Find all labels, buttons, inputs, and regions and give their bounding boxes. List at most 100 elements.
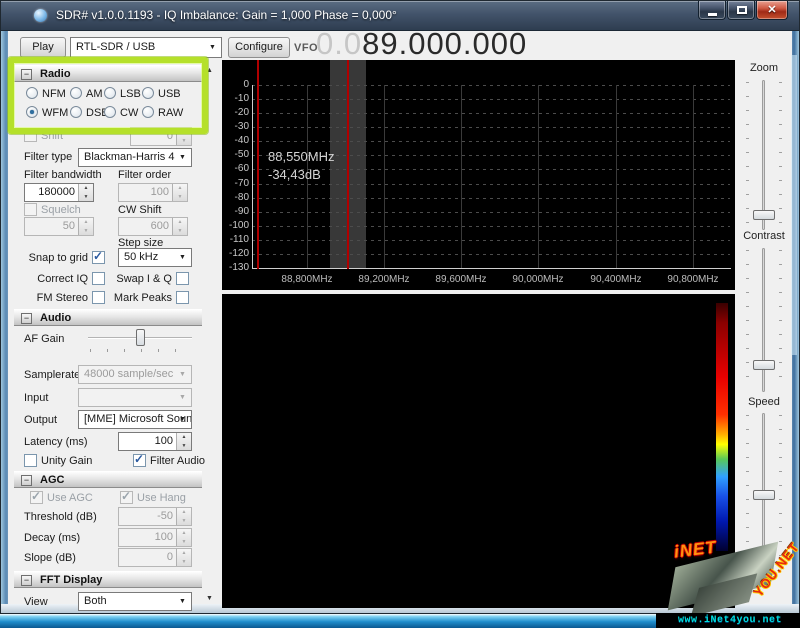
view-label: View bbox=[24, 596, 48, 608]
horizontal-grid-line bbox=[252, 226, 730, 227]
horizontal-grid-line bbox=[252, 198, 730, 199]
use-agc-label: Use AGC bbox=[47, 492, 93, 504]
filter-audio-label: Filter Audio bbox=[150, 455, 205, 467]
squelch-spinner[interactable]: 50 ▲▼ bbox=[24, 217, 94, 236]
frequency-axis-line bbox=[252, 268, 731, 269]
zoom-slider[interactable] bbox=[762, 80, 765, 230]
speed-slider[interactable] bbox=[762, 413, 765, 559]
spinner-down-icon[interactable]: ▼ bbox=[79, 193, 93, 202]
agc-group-header[interactable]: − AGC bbox=[14, 471, 202, 488]
close-button[interactable]: ✕ bbox=[756, 1, 788, 20]
frequency-display[interactable]: 0.089.000.000 bbox=[316, 26, 527, 62]
collapse-icon[interactable]: − bbox=[21, 475, 32, 486]
zoom-slider-thumb[interactable] bbox=[753, 210, 775, 220]
spinner-up-icon[interactable]: ▲ bbox=[79, 184, 93, 193]
filter-order-spinner[interactable]: 100 ▲▼ bbox=[118, 183, 188, 202]
chevron-down-icon: ▼ bbox=[176, 249, 189, 266]
app-icon bbox=[34, 9, 47, 22]
af-gain-slider-thumb[interactable] bbox=[136, 329, 145, 346]
contrast-slider-thumb[interactable] bbox=[753, 360, 775, 370]
source-select[interactable]: RTL-SDR / USB ▼ bbox=[70, 37, 222, 58]
snap-to-grid-checkbox[interactable]: ✓ bbox=[92, 251, 105, 264]
spinner-up-icon[interactable]: ▲ bbox=[177, 508, 191, 517]
spectrum-display[interactable]: 0-10-20-30-40-50-60-70-80-90-100-110-120… bbox=[222, 60, 735, 290]
spinner-up-icon[interactable]: ▲ bbox=[79, 218, 93, 227]
mark-peaks-checkbox[interactable] bbox=[176, 291, 189, 304]
db-axis-line bbox=[252, 85, 253, 269]
spinner-up-icon[interactable]: ▲ bbox=[177, 433, 191, 442]
contrast-slider[interactable] bbox=[762, 248, 765, 392]
spinner-up-icon[interactable]: ▲ bbox=[173, 184, 187, 193]
latency-label: Latency (ms) bbox=[24, 436, 88, 448]
unity-gain-checkbox[interactable] bbox=[24, 454, 37, 467]
horizontal-grid-line bbox=[252, 141, 730, 142]
spinner-down-icon[interactable]: ▼ bbox=[177, 517, 191, 526]
spinner-down-icon[interactable]: ▼ bbox=[173, 193, 187, 202]
horizontal-grid-line bbox=[252, 113, 730, 114]
slope-label: Slope (dB) bbox=[24, 552, 76, 564]
maximize-button[interactable] bbox=[727, 1, 755, 20]
speed-slider-thumb[interactable] bbox=[753, 490, 775, 500]
collapse-icon[interactable]: − bbox=[21, 575, 32, 586]
use-agc-checkbox[interactable]: ✓ bbox=[30, 491, 43, 504]
samplerate-select[interactable]: 48000 sample/sec ▼ bbox=[78, 365, 192, 384]
fft-display-group-header[interactable]: − FFT Display bbox=[14, 571, 202, 588]
spinner-up-icon[interactable]: ▲ bbox=[177, 549, 191, 558]
slope-spinner[interactable]: 0 ▲▼ bbox=[118, 548, 192, 567]
vfo-label: VFO bbox=[294, 42, 318, 54]
db-tick-label: -70 bbox=[222, 178, 249, 189]
spinner-down-icon[interactable]: ▼ bbox=[173, 227, 187, 236]
frequency-dim-digits[interactable]: 0.0 bbox=[316, 26, 362, 61]
agc-group-title: AGC bbox=[40, 474, 64, 486]
contrast-slider-label: Contrast bbox=[738, 230, 790, 242]
window-title: SDR# v1.0.0.1193 - IQ Imbalance: Gain = … bbox=[56, 8, 397, 22]
view-value: Both bbox=[84, 595, 107, 607]
latency-spinner[interactable]: 100 ▲▼ bbox=[118, 432, 192, 451]
window-border-shine bbox=[791, 55, 797, 355]
spinner-up-icon[interactable]: ▲ bbox=[177, 529, 191, 538]
output-select[interactable]: [MME] Microsoft Sound ▼ bbox=[78, 410, 192, 429]
spinner-down-icon[interactable]: ▼ bbox=[177, 137, 191, 146]
correct-iq-label: Correct IQ bbox=[14, 273, 88, 285]
speed-slider-label: Speed bbox=[738, 396, 790, 408]
tuned-frequency-line[interactable] bbox=[347, 60, 349, 269]
spinner-down-icon[interactable]: ▼ bbox=[79, 227, 93, 236]
decay-spinner[interactable]: 100 ▲▼ bbox=[118, 528, 192, 547]
spinner-down-icon[interactable]: ▼ bbox=[177, 442, 191, 451]
swap-iq-checkbox[interactable] bbox=[176, 272, 189, 285]
samplerate-value: 48000 sample/sec bbox=[84, 368, 173, 380]
threshold-spinner[interactable]: -50 ▲▼ bbox=[118, 507, 192, 526]
window-border-left bbox=[1, 31, 8, 604]
configure-button[interactable]: Configure bbox=[228, 37, 290, 58]
check-icon: ✓ bbox=[31, 489, 41, 503]
filter-audio-checkbox[interactable]: ✓ bbox=[133, 454, 146, 467]
play-button[interactable]: Play bbox=[20, 37, 66, 58]
filter-type-select[interactable]: Blackman-Harris 4 ▼ bbox=[78, 148, 192, 167]
squelch-checkbox[interactable] bbox=[24, 203, 37, 216]
filter-type-label: Filter type bbox=[24, 151, 72, 163]
audio-group-title: Audio bbox=[40, 312, 71, 324]
vertical-grid-line bbox=[461, 85, 462, 268]
horizontal-grid-line bbox=[252, 212, 730, 213]
view-select[interactable]: Both ▼ bbox=[78, 592, 192, 611]
step-size-select[interactable]: 50 kHz ▼ bbox=[118, 248, 192, 267]
vertical-grid-line bbox=[384, 85, 385, 268]
zoom-slider-ticks bbox=[779, 82, 782, 228]
frequency-active-digits[interactable]: 89.000.000 bbox=[362, 26, 527, 61]
sidebar-scroll-down[interactable]: ▼ bbox=[203, 592, 216, 605]
audio-group-header[interactable]: − Audio bbox=[14, 309, 202, 326]
db-tick-label: -30 bbox=[222, 121, 249, 132]
spinner-down-icon[interactable]: ▼ bbox=[177, 538, 191, 547]
decay-value: 100 bbox=[119, 529, 173, 546]
source-value: RTL-SDR / USB bbox=[76, 41, 155, 53]
use-hang-checkbox[interactable]: ✓ bbox=[120, 491, 133, 504]
minimize-button[interactable] bbox=[698, 1, 726, 20]
chevron-down-icon: ▼ bbox=[176, 389, 189, 406]
input-select[interactable]: ▼ bbox=[78, 388, 192, 407]
cw-shift-spinner[interactable]: 600 ▲▼ bbox=[118, 217, 188, 236]
filter-bandwidth-spinner[interactable]: 180000 ▲▼ bbox=[24, 183, 94, 202]
spinner-up-icon[interactable]: ▲ bbox=[173, 218, 187, 227]
spinner-down-icon[interactable]: ▼ bbox=[177, 558, 191, 567]
collapse-icon[interactable]: − bbox=[21, 313, 32, 324]
db-tick-label: 0 bbox=[222, 79, 249, 90]
